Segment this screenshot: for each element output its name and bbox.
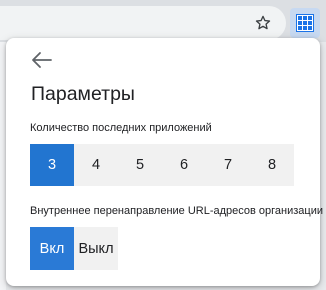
option-7-button[interactable]: 7 (206, 144, 250, 186)
arrow-left-icon (32, 52, 52, 68)
redirect-off-button[interactable]: Выкл (74, 227, 118, 270)
redirect-on-button[interactable]: Вкл (30, 227, 74, 270)
grid-icon (296, 14, 314, 32)
url-redirect-toggle: Вкл Выкл (30, 227, 118, 270)
option-5-button[interactable]: 5 (118, 144, 162, 186)
recent-apps-selector: 3 4 5 6 7 8 (30, 144, 294, 186)
option-8-button[interactable]: 8 (250, 144, 294, 186)
option-3-button[interactable]: 3 (30, 144, 74, 186)
back-button[interactable] (30, 50, 54, 70)
option-6-button[interactable]: 6 (162, 144, 206, 186)
url-redirect-label: Внутреннее перенаправление URL-адресов о… (30, 205, 324, 217)
extension-button[interactable] (290, 8, 320, 38)
page-title: Параметры (31, 83, 135, 105)
star-icon[interactable] (254, 14, 272, 32)
option-4-button[interactable]: 4 (74, 144, 118, 186)
address-bar[interactable] (0, 6, 286, 40)
recent-apps-label: Количество последних приложений (30, 122, 212, 134)
settings-popup: Параметры Количество последних приложени… (6, 38, 324, 286)
